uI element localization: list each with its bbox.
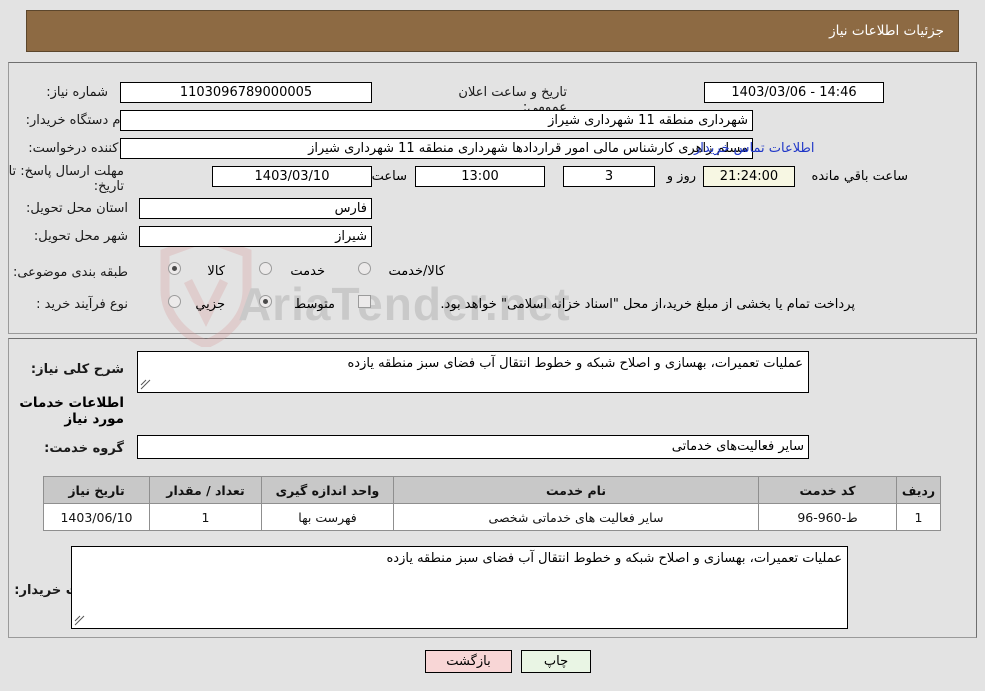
buyer-org-value: شهرداری منطقه 11 شهرداری شیراز xyxy=(120,110,753,131)
deadline-days-suffix: روز و xyxy=(666,169,696,184)
print-button[interactable]: چاپ xyxy=(521,650,591,673)
buyer-notes-value: عملیات تعمیرات، بهسازی و اصلاح شبکه و خط… xyxy=(386,551,843,566)
table-header-row: ردیف کد خدمت نام خدمت واحد اندازه گیری ت… xyxy=(43,476,941,504)
deadline-date-value: 1403/03/10 xyxy=(212,166,372,187)
category-option-label-1: خدمت xyxy=(290,264,325,279)
creator-value: مسلم زاهری کارشناس مالی امور قراردادها ش… xyxy=(120,138,753,159)
deadline-time-label: ساعت xyxy=(371,169,407,184)
general-desc-value: عملیات تعمیرات، بهسازی و اصلاح شبکه و خط… xyxy=(347,356,804,371)
deadline-label: مهلت ارسال پاسخ: تا تاریخ: xyxy=(8,164,124,194)
general-desc-textarea[interactable]: عملیات تعمیرات، بهسازی و اصلاح شبکه و خط… xyxy=(137,351,809,393)
table-header-row-no: ردیف xyxy=(896,476,941,504)
cell-quantity: 1 xyxy=(149,503,262,531)
deadline-time-value: 13:00 xyxy=(415,166,545,187)
page-header: جزئیات اطلاعات نیاز xyxy=(26,10,959,52)
category-label: طبقه بندی موضوعی: xyxy=(12,265,128,280)
cell-service-name: سایر فعالیت های خدماتی شخصی xyxy=(393,503,759,531)
purchase-type-label: نوع فرآیند خرید : xyxy=(36,297,128,312)
announce-datetime-value: 14:46 - 1403/03/06 xyxy=(704,82,884,103)
service-group-label: گروه خدمت: xyxy=(44,441,124,456)
table-row: 1 ط-960-96 سایر فعالیت های خدماتی شخصی ف… xyxy=(43,503,941,531)
services-section-title: اطلاعات خدمات مورد نیاز xyxy=(19,395,124,427)
table-header-unit: واحد اندازه گیری xyxy=(261,476,394,504)
resize-grip-icon[interactable] xyxy=(140,379,152,391)
service-group-value: سایر فعالیت‌های خدماتی xyxy=(137,435,809,459)
back-button[interactable]: بازگشت xyxy=(425,650,512,673)
table-header-need-date: تاریخ نیاز xyxy=(43,476,150,504)
table-header-service-code: کد خدمت xyxy=(758,476,897,504)
general-desc-label: شرح کلی نیاز: xyxy=(30,362,124,377)
purchase-type-radio-jozi[interactable] xyxy=(168,295,181,308)
category-radio-kala-khedmat[interactable] xyxy=(358,262,371,275)
province-value: فارس xyxy=(139,198,372,219)
resize-grip-icon[interactable] xyxy=(74,615,86,627)
deadline-countdown-value: 21:24:00 xyxy=(703,166,795,187)
need-number-value: 1103096789000005 xyxy=(120,82,372,103)
buyer-contact-link[interactable]: اطلاعات تماس خریدار xyxy=(694,141,814,156)
buyer-notes-textarea[interactable]: عملیات تعمیرات، بهسازی و اصلاح شبکه و خط… xyxy=(71,546,848,629)
cell-service-code: ط-960-96 xyxy=(758,503,897,531)
deadline-countdown-suffix: ساعت باقي مانده xyxy=(811,169,908,184)
category-radio-khedmat[interactable] xyxy=(259,262,272,275)
province-label: استان محل تحویل: xyxy=(26,201,128,216)
cell-row-no: 1 xyxy=(896,503,941,531)
treasury-bond-checkbox[interactable] xyxy=(358,295,371,308)
category-option-label-0: کالا xyxy=(207,264,225,279)
purchase-type-option-label-1: متوسط xyxy=(294,297,335,312)
page-title: جزئیات اطلاعات نیاز xyxy=(829,23,944,39)
category-option-label-2: کالا/خدمت xyxy=(388,264,445,279)
table-header-quantity: تعداد / مقدار xyxy=(149,476,262,504)
city-label: شهر محل تحویل: xyxy=(33,229,128,244)
deadline-days-value: 3 xyxy=(563,166,655,187)
cell-unit: فهرست بها xyxy=(261,503,394,531)
services-table: ردیف کد خدمت نام خدمت واحد اندازه گیری ت… xyxy=(43,476,941,531)
buyer-org-label: نام دستگاه خریدار: xyxy=(25,113,128,128)
purchase-type-option-label-0: جزیي xyxy=(195,297,225,312)
treasury-bond-label: پرداخت تمام یا بخشی از مبلغ خرید،از محل … xyxy=(440,297,855,312)
cell-need-date: 1403/06/10 xyxy=(43,503,150,531)
category-radio-kala[interactable] xyxy=(168,262,181,275)
city-value: شیراز xyxy=(139,226,372,247)
table-header-service-name: نام خدمت xyxy=(393,476,759,504)
purchase-type-radio-motevaset[interactable] xyxy=(259,295,272,308)
need-number-label: شماره نیاز: xyxy=(46,85,108,100)
